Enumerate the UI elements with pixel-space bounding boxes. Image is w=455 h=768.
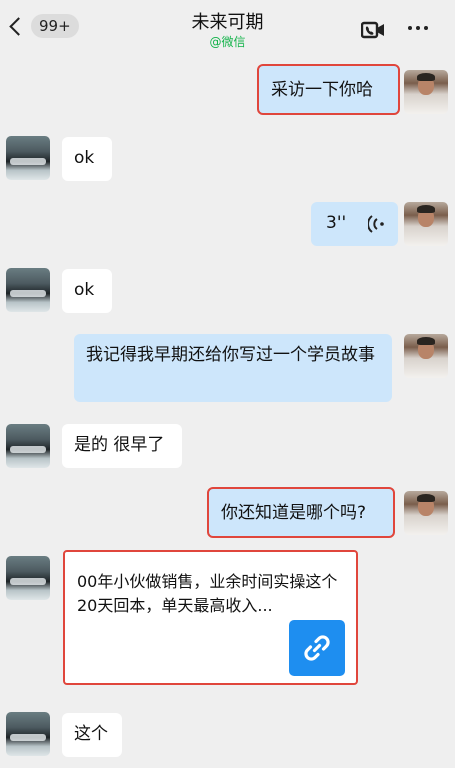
message-text: 我记得我早期还给你写过一个学员故事 (86, 345, 375, 365)
contact-avatar[interactable] (6, 136, 50, 180)
message-bubble-other[interactable]: ok (62, 269, 112, 313)
link-icon (289, 620, 345, 676)
message-text: 采访一下你哈 (271, 80, 373, 100)
self-avatar[interactable] (404, 202, 448, 246)
link-card-title: 00年小伙做销售，业余时间实操这个20天回本，单天最高收入... (77, 572, 338, 615)
self-avatar[interactable] (404, 70, 448, 114)
message-text: 你还知道是哪个吗? (221, 503, 367, 523)
voice-duration: 3'' (326, 213, 347, 233)
chat-title: 未来可期 (191, 12, 264, 33)
self-avatar[interactable] (404, 334, 448, 378)
message-bubble-self[interactable]: 你还知道是哪个吗? (207, 487, 395, 538)
link-card-message[interactable]: 00年小伙做销售，业余时间实操这个20天回本，单天最高收入... (63, 550, 358, 685)
message-bubble-self[interactable]: 我记得我早期还给你写过一个学员故事 (74, 334, 392, 402)
message-bubble-self[interactable]: 采访一下你哈 (257, 64, 400, 115)
message-bubble-other[interactable]: 是的 很早了 (62, 424, 182, 468)
message-text: 这个 (74, 724, 108, 744)
voice-message-bubble[interactable]: 3'' (311, 202, 398, 246)
message-bubble-other[interactable]: ok (62, 137, 112, 181)
more-icon[interactable] (408, 26, 428, 30)
message-text: ok (74, 280, 95, 300)
contact-avatar[interactable] (6, 712, 50, 756)
video-call-icon[interactable] (360, 21, 385, 43)
message-text: 是的 很早了 (74, 435, 165, 455)
contact-avatar[interactable] (6, 424, 50, 468)
contact-avatar[interactable] (6, 556, 50, 600)
message-bubble-other[interactable]: 这个 (62, 713, 122, 757)
contact-avatar[interactable] (6, 268, 50, 312)
self-avatar[interactable] (404, 491, 448, 535)
chat-subtitle: @微信 (209, 35, 246, 49)
voice-wave-icon (367, 215, 384, 241)
message-text: ok (74, 148, 95, 168)
chat-header: 99+ 未来可期 @微信 (0, 0, 455, 54)
